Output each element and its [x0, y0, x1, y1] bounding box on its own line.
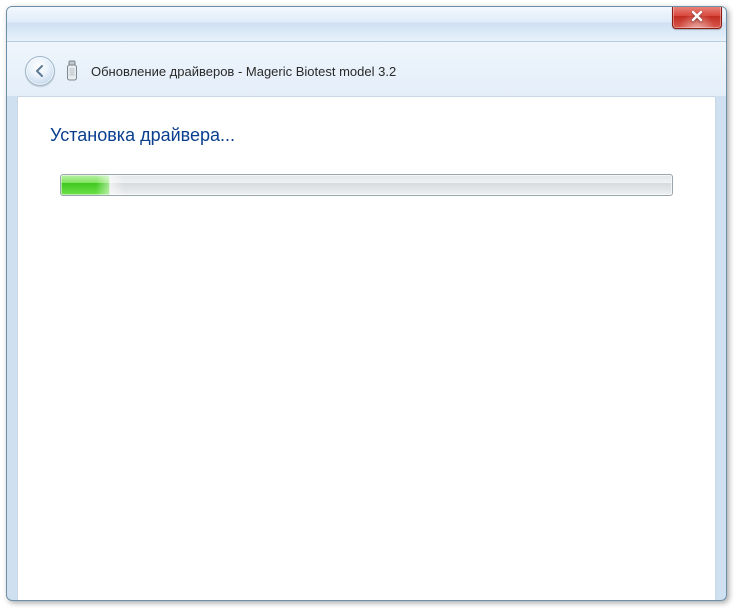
progress-container	[60, 174, 673, 196]
back-button[interactable]	[25, 56, 55, 86]
wizard-header: Обновление драйверов - Mageric Biotest m…	[7, 42, 726, 96]
progress-fill	[61, 175, 110, 195]
close-button[interactable]	[672, 6, 722, 29]
content-panel: Установка драйвера...	[17, 96, 716, 601]
back-arrow-icon	[32, 63, 48, 79]
wizard-window: Обновление драйверов - Mageric Biotest m…	[6, 6, 727, 601]
close-icon	[690, 9, 704, 23]
titlebar[interactable]	[7, 7, 726, 42]
content-heading: Установка драйвера...	[50, 125, 685, 146]
device-icon	[65, 60, 81, 82]
progress-bar	[60, 174, 673, 196]
wizard-title: Обновление драйверов - Mageric Biotest m…	[91, 64, 396, 79]
